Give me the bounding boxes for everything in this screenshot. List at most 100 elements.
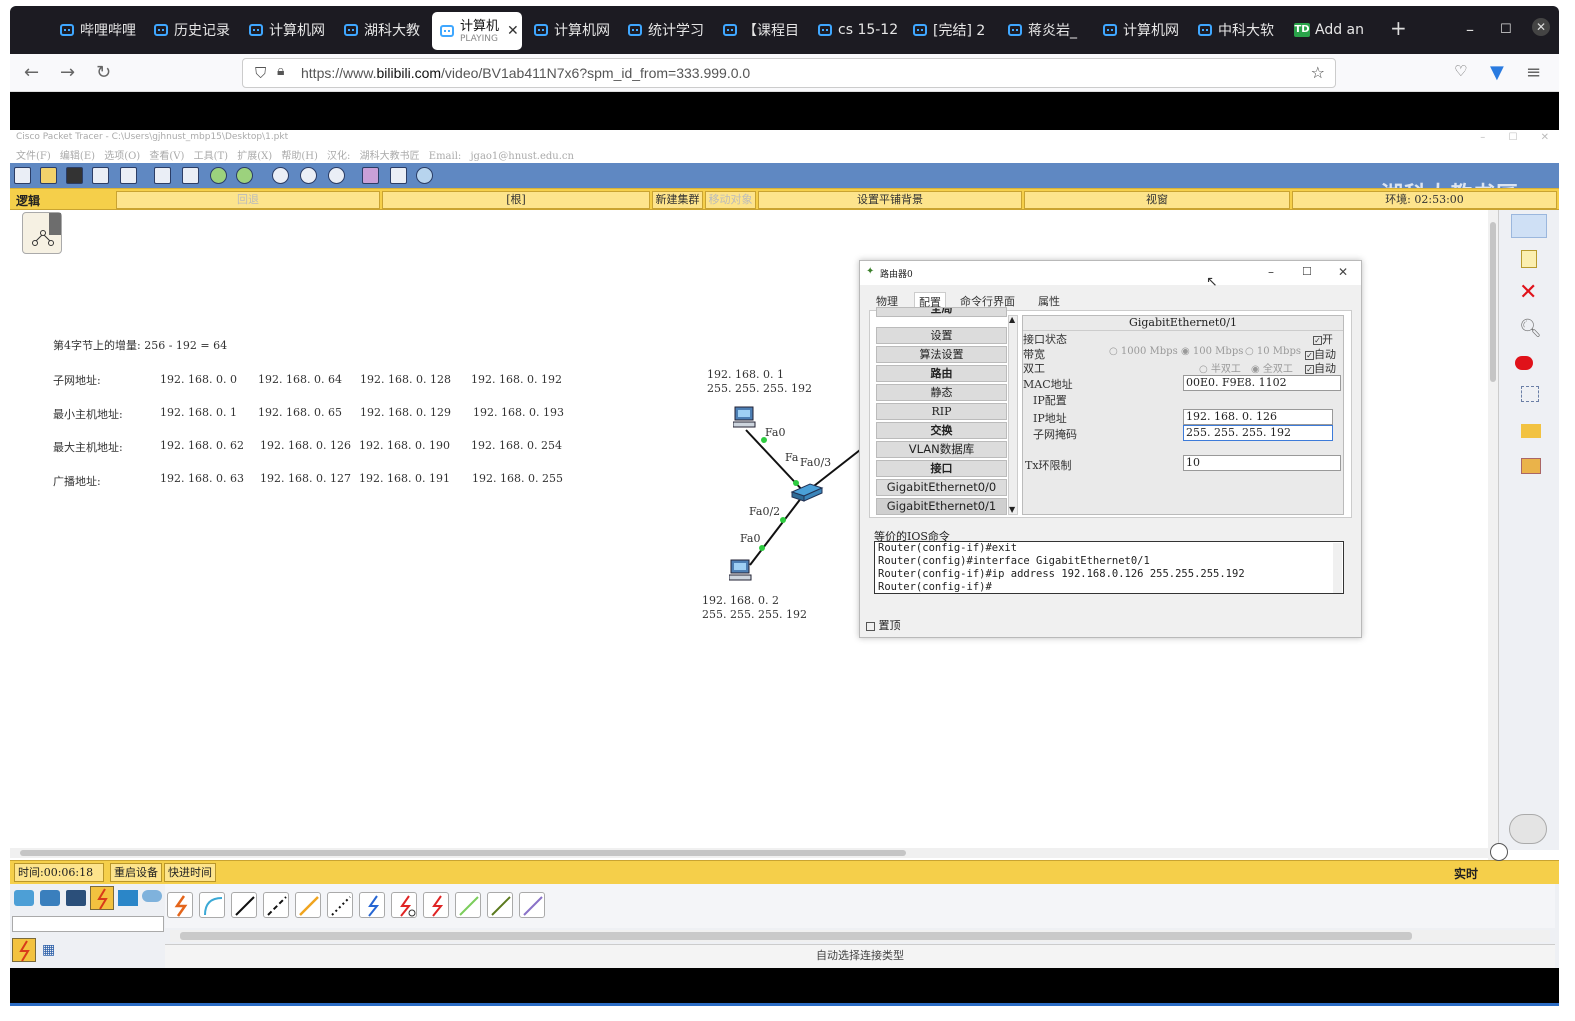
pt-window-controls[interactable]: – ☐ ✕ <box>1480 132 1549 143</box>
router-category-icon[interactable] <box>14 890 34 906</box>
wan-cloud-category-icon[interactable] <box>142 890 162 902</box>
half-duplex-radio[interactable]: ○ 半双工 <box>1199 360 1241 375</box>
dialog-maximize-button[interactable]: ☐ <box>1302 265 1312 278</box>
browser-tab[interactable]: 计算机网 <box>534 10 624 50</box>
browser-tab[interactable]: 哔哩哔哩 <box>60 10 150 50</box>
bw-1000-radio[interactable]: ○ 1000 Mbps <box>1109 346 1178 357</box>
inspect-tool-icon[interactable]: 🔍︎ <box>1519 318 1542 339</box>
iot-cable-icon[interactable] <box>487 892 513 918</box>
browser-tab[interactable]: 【课程目 <box>723 10 813 50</box>
checkbox-checked-icon[interactable]: ✓ <box>1305 364 1314 374</box>
usb-cable-icon[interactable] <box>519 892 545 918</box>
duplex-auto-checkbox[interactable]: ✓自动 <box>1305 360 1336 376</box>
nav-item-static[interactable]: 静态 <box>876 384 1007 401</box>
mac-address-field[interactable]: 00E0. F9E8. 1102 <box>1183 375 1341 391</box>
set-background-button[interactable]: 设置平铺背景 <box>758 191 1022 209</box>
lock-icon[interactable]: 🔒︎ <box>277 63 284 79</box>
zoom-out-icon[interactable] <box>328 167 345 184</box>
browser-tab[interactable]: 湖科大教 <box>344 10 424 50</box>
subnet-mask-field[interactable]: 255. 255. 255. 192 <box>1183 425 1333 441</box>
print-icon[interactable] <box>92 167 109 184</box>
scroll-thumb[interactable] <box>180 932 1412 940</box>
pc1-icon[interactable] <box>728 558 753 586</box>
minimize-window-button[interactable]: – <box>1466 20 1474 39</box>
nav-list-scrollbar[interactable]: ▲ ▼ <box>1008 315 1018 515</box>
select-tool-icon[interactable] <box>1511 214 1547 238</box>
pocket-icon[interactable]: ♡ <box>1454 62 1467 80</box>
fast-forward-button[interactable]: 快进时间 <box>164 863 216 882</box>
browser-tab[interactable]: 历史记录 <box>154 10 244 50</box>
paste-icon[interactable] <box>182 167 199 184</box>
tx-ring-field[interactable]: 10 <box>1183 455 1341 471</box>
device-search-box[interactable] <box>12 916 164 932</box>
always-on-top-checkbox[interactable]: 置顶 <box>866 617 901 633</box>
switch-icon[interactable] <box>790 482 824 506</box>
scroll-up-icon[interactable]: ▲ <box>1009 315 1015 324</box>
crossover-cable-icon[interactable] <box>263 892 289 918</box>
forward-icon[interactable]: → <box>60 62 75 83</box>
logical-tab[interactable]: 逻辑 <box>16 192 40 209</box>
resize-tool-icon[interactable] <box>1521 386 1539 402</box>
browser-tab[interactable]: cs 15-12 <box>818 10 908 50</box>
scroll-thumb[interactable] <box>20 850 906 856</box>
port-on-checkbox[interactable]: ✓开 <box>1313 331 1333 347</box>
viewport-button[interactable]: 视窗 <box>1024 191 1290 209</box>
close-window-button[interactable]: ✕ <box>1532 18 1550 36</box>
clock-icon[interactable] <box>1490 843 1508 861</box>
phone-cable-icon[interactable] <box>327 892 353 918</box>
save-icon[interactable] <box>66 167 83 184</box>
checkbox-checked-icon[interactable]: ✓ <box>1313 335 1322 345</box>
nav-item-rip[interactable]: RIP <box>876 403 1007 420</box>
activity-wizard-icon[interactable] <box>120 167 137 184</box>
dialog-minimize-button[interactable]: – <box>1268 265 1274 279</box>
end-device-category-icon[interactable] <box>66 890 86 906</box>
note-tool-icon[interactable] <box>1521 250 1537 268</box>
browser-tab[interactable]: 计算机网 <box>249 10 339 50</box>
misc-category-icon[interactable] <box>118 890 138 906</box>
zoom-in-icon[interactable] <box>272 167 289 184</box>
browser-tab[interactable]: [完结] 2 <box>913 10 1003 50</box>
switch-category-icon[interactable] <box>40 890 60 906</box>
copy-icon[interactable] <box>154 167 171 184</box>
connections-subtype-icon[interactable] <box>12 938 36 962</box>
move-object-button[interactable]: 移动对象 <box>705 191 756 209</box>
straight-cable-icon[interactable] <box>231 892 257 918</box>
custom-device-icon[interactable] <box>390 167 407 184</box>
url-text[interactable]: https://www.bilibili.com/video/BV1ab411N… <box>301 65 750 81</box>
browser-tab[interactable]: 中科大软 <box>1198 10 1288 50</box>
bw-10-radio[interactable]: ○ 10 Mbps <box>1245 346 1301 357</box>
auto-cable-icon[interactable] <box>167 892 193 918</box>
ip-address-field[interactable]: 192. 168. 0. 126 <box>1183 409 1333 425</box>
nav-item-vlan-db[interactable]: VLAN数据库 <box>876 441 1007 458</box>
browser-tab[interactable]: 计算机网 <box>1103 10 1193 50</box>
root-button[interactable]: [根] <box>382 191 650 209</box>
restart-devices-button[interactable]: 重启设备 <box>110 863 162 882</box>
cable-scrollbar[interactable] <box>170 930 1550 942</box>
console-cable-icon[interactable] <box>199 892 225 918</box>
bw-100-radio[interactable]: ◉ 100 Mbps <box>1181 346 1243 357</box>
ios-commands-box[interactable]: Router(config-if)#exit Router(config)#in… <box>874 541 1344 594</box>
dialog-titlebar[interactable]: ✦ 路由器0 – ☐ ✕ <box>860 261 1361 285</box>
bookmark-star-icon[interactable]: ☆ <box>1311 63 1325 82</box>
pc0-icon[interactable] <box>732 405 757 433</box>
new-cluster-button[interactable]: 新建集群 <box>652 191 703 209</box>
realtime-clock-icon[interactable] <box>1509 814 1547 844</box>
new-tab-button[interactable]: + <box>1390 16 1407 40</box>
nav-item-algorithm[interactable]: 算法设置 <box>876 346 1007 363</box>
dialog-close-button[interactable]: ✕ <box>1338 265 1348 279</box>
checkbox-checked-icon[interactable]: ✓ <box>1305 350 1314 360</box>
complex-pdu-icon[interactable] <box>1521 458 1541 474</box>
simple-pdu-icon[interactable] <box>1521 424 1541 438</box>
back-button[interactable]: 回退 <box>116 191 380 209</box>
palette-icon[interactable] <box>362 167 379 184</box>
octal-cable-icon[interactable] <box>455 892 481 918</box>
browser-tab[interactable]: TD Add an <box>1294 10 1374 50</box>
workspace-horizontal-scrollbar[interactable] <box>10 848 1488 858</box>
close-tab-icon[interactable]: ✕ <box>507 23 519 39</box>
coaxial-cable-icon[interactable] <box>359 892 385 918</box>
maximize-window-button[interactable]: ☐ <box>1500 22 1512 37</box>
undo-icon[interactable] <box>210 167 227 184</box>
open-file-icon[interactable] <box>40 167 57 184</box>
nav-item-gig0-0[interactable]: GigabitEthernet0/0 <box>876 479 1007 496</box>
pt-menu-bar[interactable]: 文件(F) 编辑(E) 选项(O) 查看(V) 工具(T) 扩展(X) 帮助(H… <box>16 147 574 162</box>
